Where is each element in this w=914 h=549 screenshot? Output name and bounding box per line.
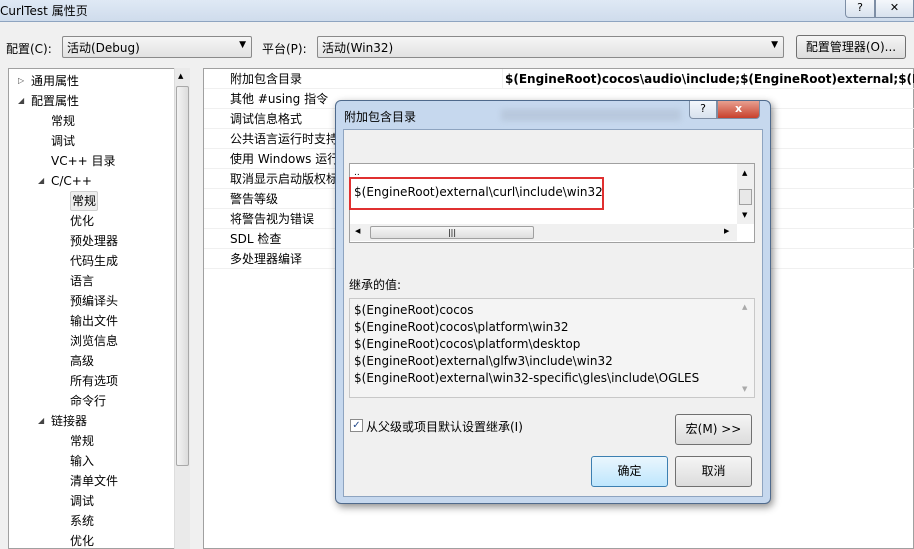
tree-item[interactable]: 系统 [70, 511, 94, 531]
tree-item[interactable]: 所有选项 [70, 371, 118, 391]
tree-item[interactable]: 高级 [70, 351, 94, 371]
window-title: CurlTest 属性页 [0, 4, 88, 18]
expand-arrow-icon[interactable]: ◢ [18, 91, 24, 111]
tree-item[interactable]: 优化 [70, 211, 94, 231]
include-dirs-dialog: 附加包含目录 ? x ✕ ↓ ↑ .. $(EngineRoot)externa… [335, 100, 771, 504]
inherited-item: $(EngineRoot)external\win32-specific\gle… [354, 371, 700, 385]
chevron-down-icon: ▼ [771, 40, 778, 50]
tree-item[interactable]: 代码生成 [70, 251, 118, 271]
inherit-checkbox-label[interactable]: 从父级或项目默认设置继承(I) [366, 418, 523, 435]
list-item[interactable]: $(EngineRoot)external\curl\include\win32 [354, 185, 603, 199]
tree-item[interactable]: 浏览信息 [70, 331, 118, 351]
tree-scrollbar[interactable]: ▲ [174, 68, 190, 549]
tree-item[interactable]: 常规 [70, 191, 99, 211]
horizontal-scrollbar[interactable]: ◀ ||| ▶ [350, 224, 737, 241]
cancel-button[interactable]: 取消 [675, 456, 752, 487]
config-value: 活动(Debug) [67, 41, 140, 55]
scroll-up-icon: ▲ [742, 303, 748, 311]
platform-label: 平台(P): [262, 42, 307, 56]
tree-item[interactable]: 优化 [70, 531, 94, 548]
tree-item[interactable]: 调试 [70, 491, 94, 511]
tree-item[interactable]: 命令行 [70, 391, 106, 411]
tree-item[interactable]: 清单文件 [70, 471, 118, 491]
tree-item[interactable]: 调试 [51, 131, 75, 151]
scroll-thumb[interactable] [739, 189, 752, 205]
property-row[interactable]: 附加包含目录 $(EngineRoot)cocos\audio\include;$… [204, 69, 914, 89]
config-manager-button[interactable]: 配置管理器(O)... [796, 35, 906, 59]
macro-button[interactable]: 宏(M) >> [675, 414, 752, 445]
dialog-close-button[interactable]: x [717, 101, 760, 119]
blurred-title-text [501, 109, 681, 121]
tree-item[interactable]: 常规 [70, 431, 94, 451]
tree-item[interactable]: 输出文件 [70, 311, 118, 331]
dialog-title: 附加包含目录 [344, 110, 417, 124]
tree-item[interactable]: 通用属性 [31, 71, 79, 91]
vertical-scrollbar[interactable]: ▲ ▼ [737, 164, 754, 224]
inherited-item: $(EngineRoot)external\glfw3\include\win3… [354, 354, 613, 368]
tree-item[interactable]: C/C++ [51, 171, 92, 191]
inherited-item: $(EngineRoot)cocos\platform\win32 [354, 320, 569, 334]
tree-item[interactable]: VC++ 目录 [51, 151, 116, 171]
tree-item[interactable]: 预处理器 [70, 231, 118, 251]
tree-item[interactable]: 常规 [51, 111, 75, 131]
expand-arrow-icon[interactable]: ◢ [38, 411, 44, 431]
platform-select[interactable]: 活动(Win32) ▼ [317, 36, 784, 58]
chevron-down-icon: ▼ [239, 40, 246, 50]
ok-button[interactable]: 确定 [591, 456, 668, 487]
property-value[interactable]: $(EngineRoot)cocos\audio\include;$(Engin… [502, 69, 914, 89]
expand-arrow-icon[interactable]: ◢ [38, 171, 44, 191]
inherit-checkbox[interactable]: ✓ [350, 419, 363, 432]
inherited-label: 继承的值: [349, 278, 402, 292]
inherited-item: $(EngineRoot)cocos [354, 303, 474, 317]
inherited-item: $(EngineRoot)cocos\platform\desktop [354, 337, 581, 351]
scroll-down-icon: ▼ [742, 385, 748, 393]
property-tree: ▷ 通用属性 ◢ 配置属性 常规 调试 VC++ 目录 ◢ C/C++ 常规 优化 预处理器 代码生成语… [8, 68, 190, 549]
config-label: 配置(C): [6, 42, 52, 56]
tree-item[interactable]: 输入 [70, 451, 94, 471]
close-button[interactable]: ✕ [875, 0, 914, 18]
inherited-values-list: $(EngineRoot)cocos $(EngineRoot)cocos\pl… [349, 298, 755, 398]
property-name: 附加包含目录 [230, 72, 303, 86]
dialog-help-button[interactable]: ? [689, 101, 717, 119]
tree-item[interactable]: 预编译头 [70, 291, 118, 311]
tree-item[interactable]: 配置属性 [31, 91, 79, 111]
config-select[interactable]: 活动(Debug) ▼ [62, 36, 252, 58]
help-button[interactable]: ? [845, 0, 875, 18]
tree-item[interactable]: 链接器 [51, 411, 87, 431]
scroll-thumb[interactable] [176, 86, 189, 466]
dialog-body: ✕ ↓ ↑ .. $(EngineRoot)external\curl\incl… [343, 129, 763, 497]
title-bar: CurlTest 属性页 ? ✕ [0, 0, 914, 22]
tree-item[interactable]: 语言 [70, 271, 94, 291]
platform-value: 活动(Win32) [322, 41, 394, 55]
scroll-thumb[interactable]: ||| [370, 226, 534, 239]
directory-list[interactable]: .. $(EngineRoot)external\curl\include\wi… [349, 163, 755, 243]
scroll-up-icon[interactable]: ▲ [178, 72, 183, 80]
collapse-arrow-icon[interactable]: ▷ [18, 71, 24, 91]
